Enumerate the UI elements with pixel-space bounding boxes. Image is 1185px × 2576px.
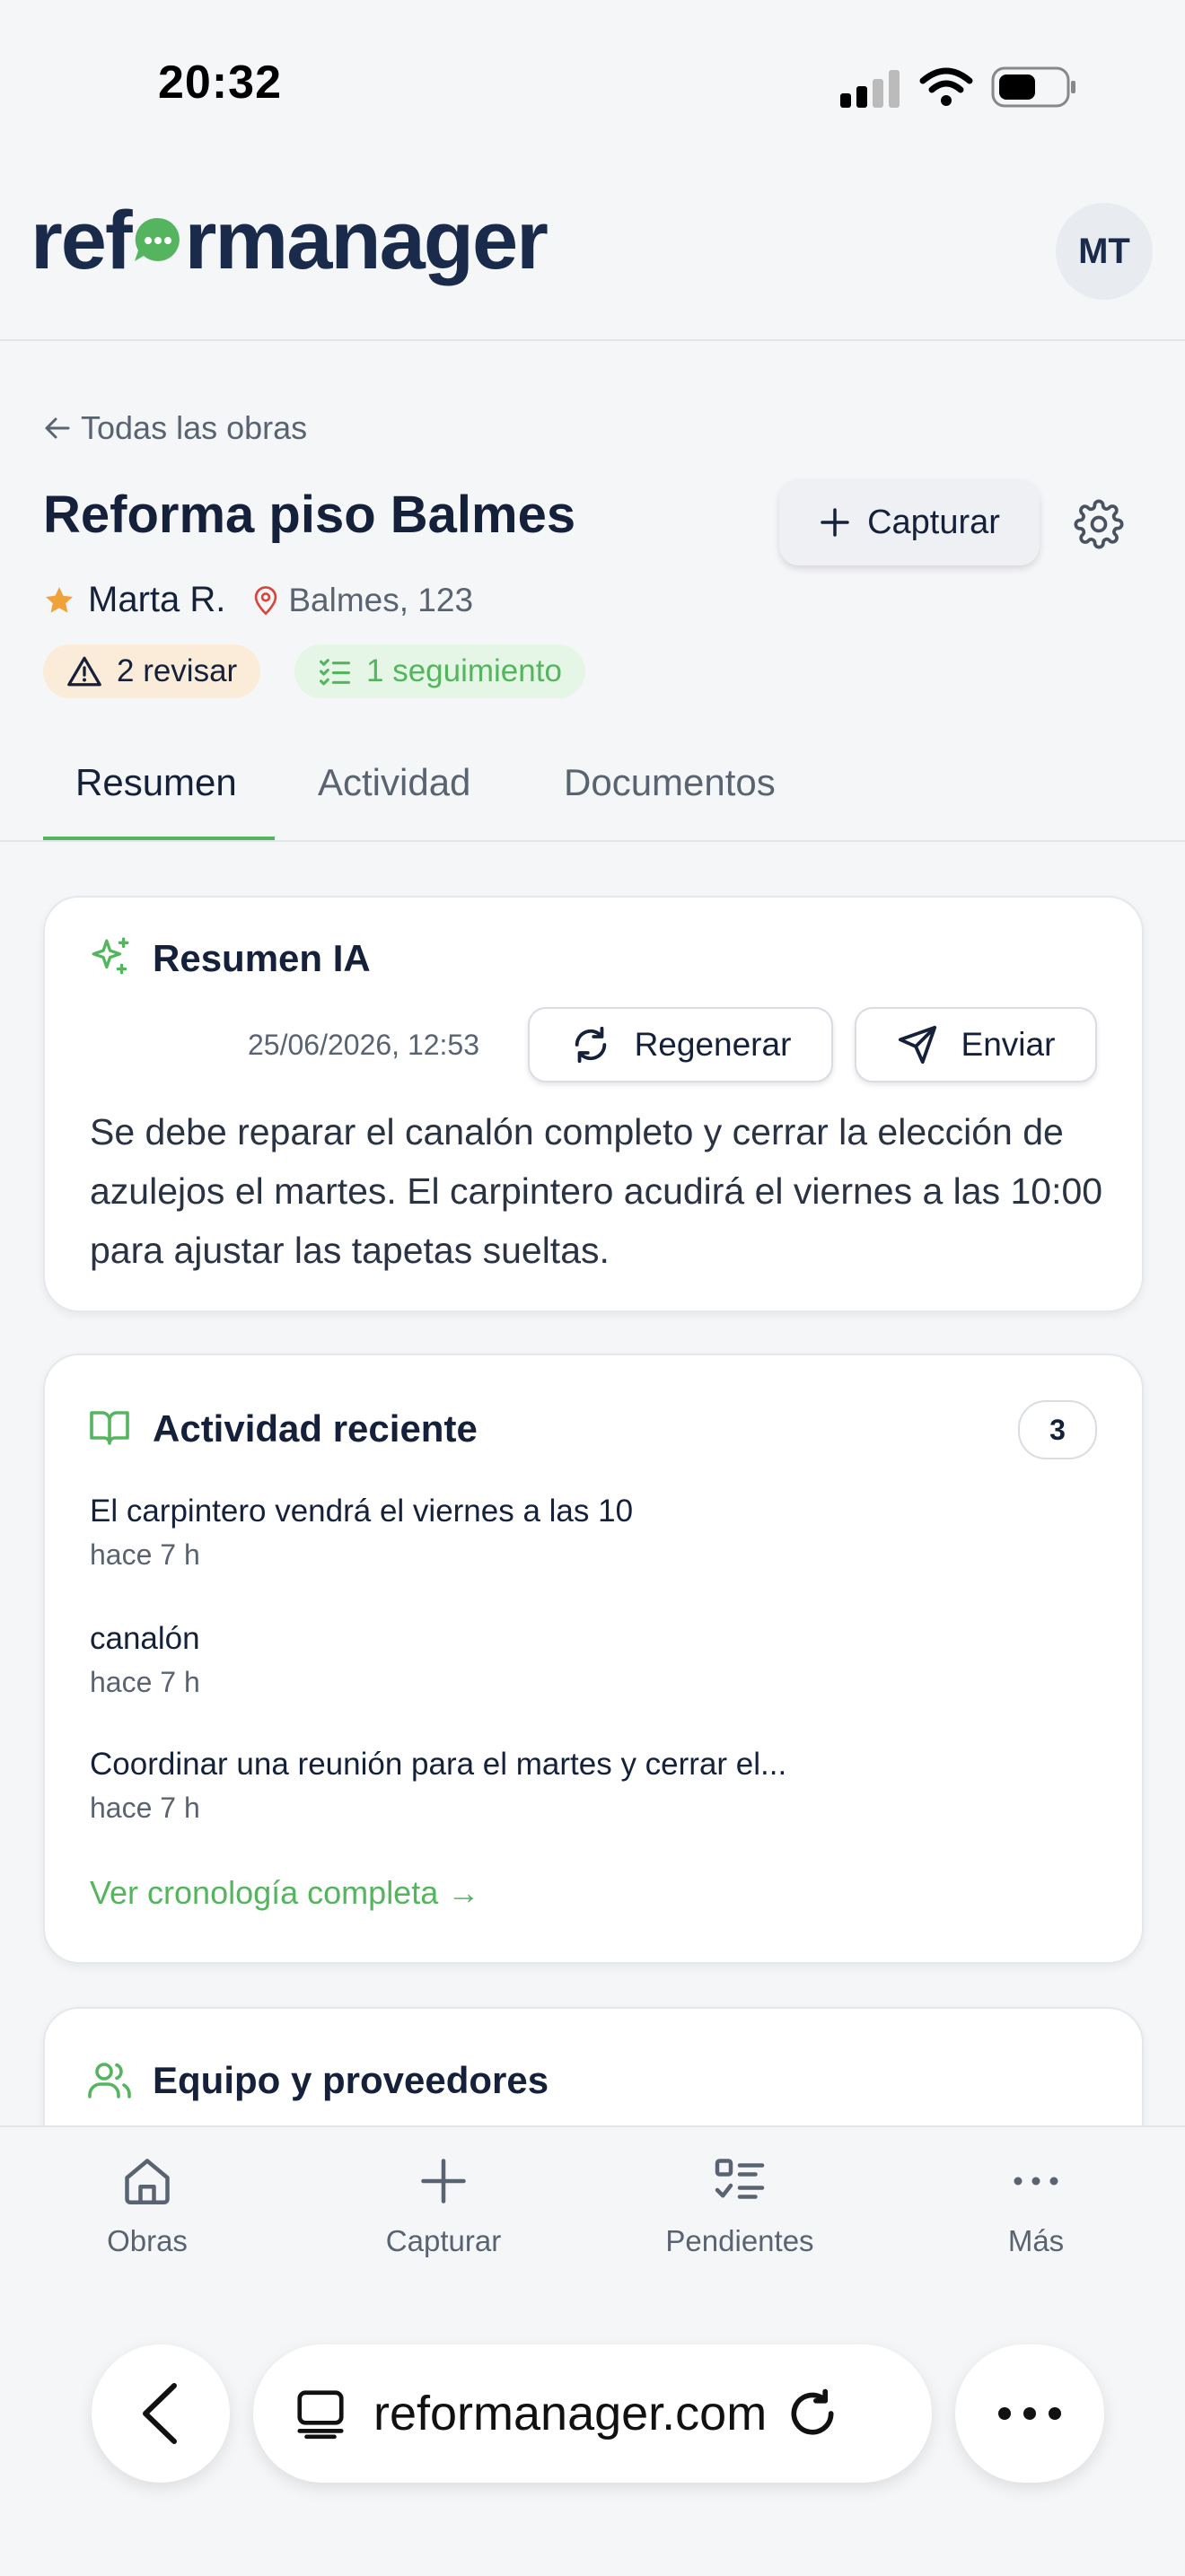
url-text: reformanager.com <box>373 2387 768 2440</box>
list-item[interactable]: Coordinar una reunión para el martes y c… <box>90 1747 786 1825</box>
reload-icon[interactable] <box>785 2386 840 2441</box>
status-bar: 20:32 <box>0 0 1185 135</box>
chat-bubble-logo-icon <box>131 213 185 267</box>
nav-item-obras[interactable]: Obras <box>40 2154 255 2258</box>
activity-item-time: hace 7 h <box>90 1792 200 1824</box>
activity-count-badge: 3 <box>1018 1400 1097 1459</box>
tab-actividad[interactable]: Actividad <box>318 761 470 804</box>
battery-icon <box>991 66 1077 108</box>
capture-button[interactable]: Capturar <box>779 479 1040 565</box>
project-location: Balmes, 123 <box>252 582 473 619</box>
wifi-icon <box>919 66 973 106</box>
sparkles-icon <box>88 935 133 980</box>
more-icon <box>996 2405 1064 2423</box>
regenerate-button[interactable]: Regenerar <box>528 1007 833 1082</box>
list-item[interactable]: El carpintero vendrá el viernes a las 10… <box>90 1494 633 1572</box>
star-icon <box>43 584 75 617</box>
browser-more-button[interactable] <box>955 2344 1104 2483</box>
ai-summary-title: Resumen IA <box>153 937 371 979</box>
project-owner: Marta R. <box>88 580 226 619</box>
recent-activity-title: Actividad reciente <box>153 1407 478 1450</box>
project-meta: Marta R. Balmes, 123 <box>43 580 473 620</box>
activity-item-time: hace 7 h <box>90 1538 200 1571</box>
activity-item-title: Coordinar una reunión para el martes y c… <box>90 1747 787 1782</box>
app-logo[interactable]: ref rmanager <box>31 199 549 282</box>
browser-back-button[interactable] <box>92 2344 230 2483</box>
users-icon <box>88 2061 131 2100</box>
user-avatar[interactable]: MT <box>1056 203 1153 300</box>
nav-item-pendientes[interactable]: Pendientes <box>632 2154 847 2258</box>
send-icon <box>897 1024 938 1065</box>
more-icon <box>1009 2154 1063 2208</box>
book-icon <box>88 1407 131 1447</box>
back-to-projects-link[interactable]: Todas las obras <box>43 409 307 447</box>
active-tab-indicator <box>43 837 275 840</box>
send-button[interactable]: Enviar <box>855 1007 1097 1082</box>
location-pin-icon <box>252 585 279 616</box>
warning-icon <box>66 655 102 688</box>
followup-badge[interactable]: 1 seguimiento <box>294 644 585 698</box>
ai-summary-text: Se debe reparar el canalón completo y ce… <box>90 1111 1103 1271</box>
tab-documentos[interactable]: Documentos <box>564 761 776 804</box>
full-timeline-link[interactable]: Ver cronología completa → <box>90 1874 479 1912</box>
activity-item-title: El carpintero vendrá el viernes a las 10 <box>90 1494 634 1529</box>
arrow-left-icon <box>43 416 72 441</box>
home-icon <box>120 2154 174 2208</box>
signal-icon <box>840 68 914 108</box>
activity-item-time: hace 7 h <box>90 1666 200 1698</box>
tabs-icon <box>293 2386 348 2441</box>
checklist-icon <box>713 2154 767 2208</box>
checklist-icon <box>318 656 352 687</box>
chevron-left-icon <box>140 2382 181 2445</box>
plus-icon <box>819 506 851 539</box>
tab-resumen[interactable]: Resumen <box>75 761 237 804</box>
list-item[interactable]: canalón hace 7 h <box>90 1621 200 1699</box>
plus-icon <box>417 2154 470 2208</box>
settings-gear-icon[interactable] <box>1074 499 1124 549</box>
status-time: 20:32 <box>158 57 282 109</box>
browser-url-bar[interactable]: reformanager.com <box>253 2344 932 2483</box>
project-title: Reforma piso Balmes <box>43 486 576 544</box>
nav-item-capturar[interactable]: Capturar <box>336 2154 551 2258</box>
ai-summary-timestamp: 25/06/2026, 12:53 <box>248 1029 480 1061</box>
nav-item-mas[interactable]: Más <box>928 2154 1144 2258</box>
review-badge[interactable]: 2 revisar <box>43 644 261 698</box>
refresh-icon <box>570 1024 611 1065</box>
activity-item-title: canalón <box>90 1621 200 1656</box>
team-title: Equipo y proveedores <box>153 2059 549 2101</box>
